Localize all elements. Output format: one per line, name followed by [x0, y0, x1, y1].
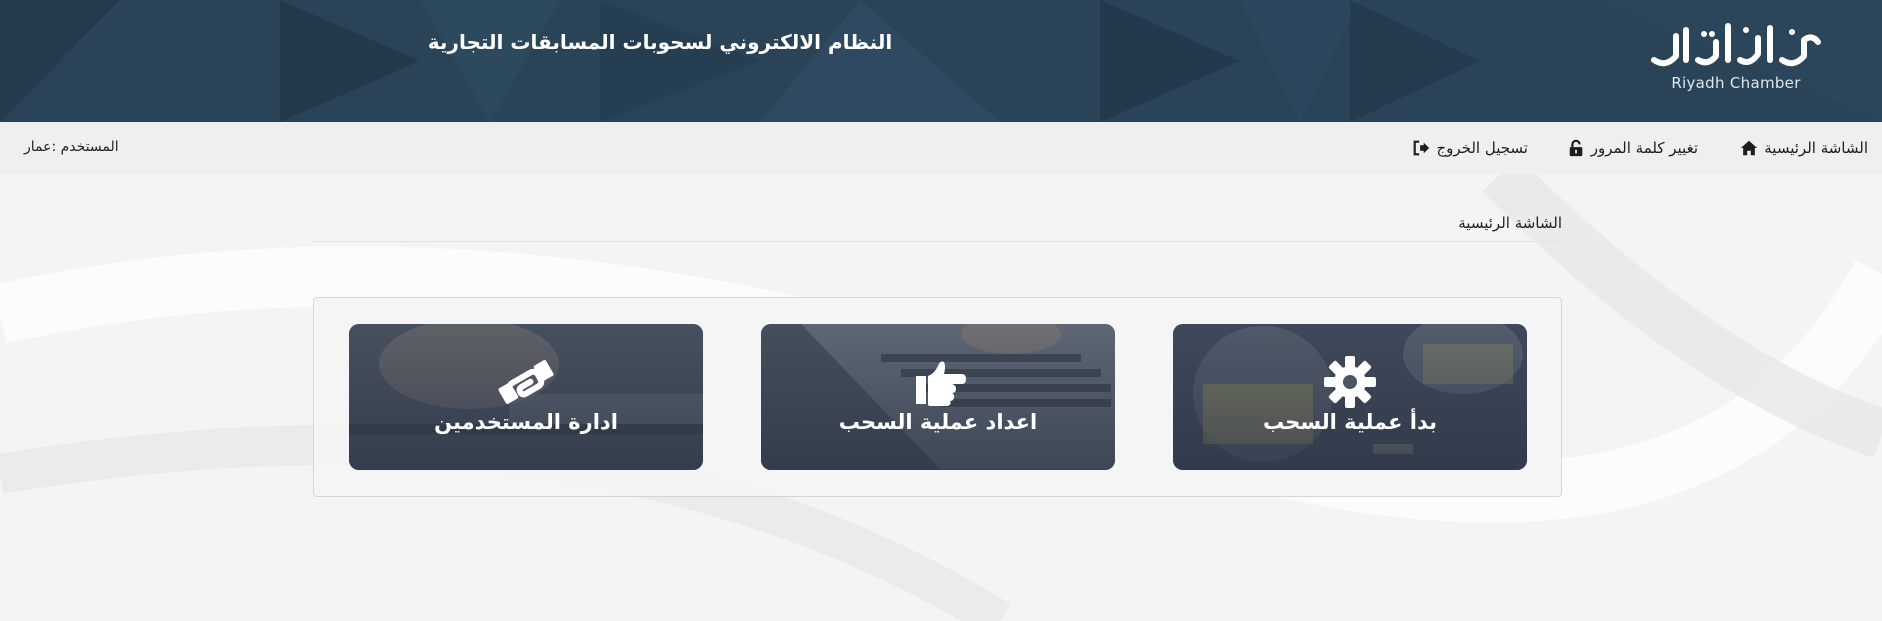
actions-panel: بدأ عملية السحب اعداد عملية السحب ادارة …	[313, 297, 1562, 497]
app-title: النظام الالكتروني لسحوبات المسابقات التج…	[427, 30, 893, 54]
nav-home-link[interactable]: الشاشة الرئيسية	[1740, 136, 1868, 160]
gear-icon	[1324, 356, 1376, 408]
handshake-icon	[498, 360, 554, 404]
user-management-label: ادارة المستخدمين	[434, 410, 618, 434]
sign-out-icon	[1414, 140, 1430, 156]
nav-change-password-label: تغيير كلمة المرور	[1590, 139, 1698, 157]
nav-home-label: الشاشة الرئيسية	[1764, 139, 1868, 157]
nav-logout-label: تسجيل الخروج	[1436, 139, 1528, 157]
user-management-tile[interactable]: ادارة المستخدمين	[349, 324, 703, 470]
nav-change-password-link[interactable]: تغيير كلمة المرور	[1567, 136, 1698, 160]
current-user-label: المستخدم :عمار	[24, 139, 119, 155]
breadcrumb: الشاشة الرئيسية	[314, 210, 1562, 242]
hand-pointing-icon	[916, 361, 966, 406]
header-banner: Riyadh Chamber النظام الالكتروني لسحوبات…	[0, 0, 1882, 122]
breadcrumb-current: الشاشة الرئيسية	[1458, 214, 1562, 232]
unlock-icon	[1569, 139, 1583, 157]
start-draw-label: بدأ عملية السحب	[1263, 410, 1437, 434]
logo-caption: Riyadh Chamber	[1671, 74, 1801, 92]
home-icon	[1741, 140, 1758, 156]
logo-mark-icon	[1651, 23, 1821, 67]
nav-logout-link[interactable]: تسجيل الخروج	[1412, 136, 1528, 160]
start-draw-tile[interactable]: بدأ عملية السحب	[1173, 324, 1527, 470]
riyadh-chamber-logo: Riyadh Chamber	[1626, 16, 1846, 102]
setup-draw-label: اعداد عملية السحب	[838, 410, 1038, 434]
setup-draw-tile[interactable]: اعداد عملية السحب	[761, 324, 1115, 470]
header-background-pattern	[0, 0, 1882, 122]
